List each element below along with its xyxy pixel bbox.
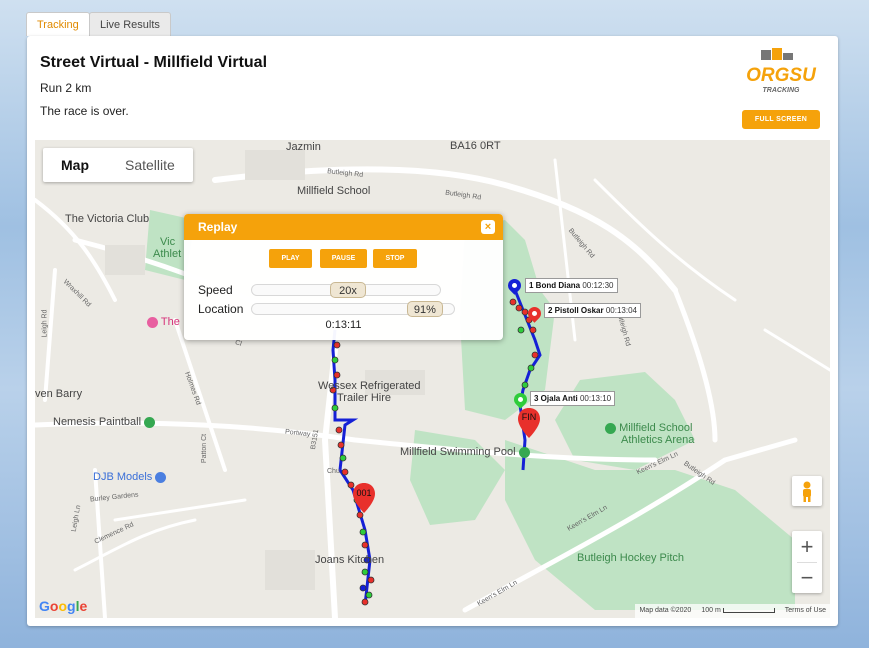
zoom-control: + −	[792, 531, 822, 593]
poi-jazmin[interactable]: Jazmin	[286, 141, 321, 153]
logo-sub-text: TRACKING	[763, 87, 800, 94]
poi-millfield-school[interactable]: Millfield School	[297, 185, 370, 197]
pegman-icon	[803, 481, 811, 502]
course-name: Run 2 km	[40, 81, 92, 95]
elapsed-time: 0:13:11	[325, 319, 362, 331]
terms-link[interactable]: Terms of Use	[785, 604, 826, 618]
stop-button[interactable]: STOP	[373, 249, 417, 268]
map-type-map-button[interactable]: Map	[43, 148, 107, 182]
road-leigh-rd: Leigh Rd	[41, 309, 49, 338]
location-label: Location	[198, 302, 244, 316]
street-view-pegman[interactable]	[792, 476, 822, 506]
pin-green-icon	[518, 446, 530, 458]
orgsu-logo: ORGSU TRACKING	[739, 48, 824, 100]
poi-the[interactable]: The	[147, 316, 180, 328]
shop-icon	[147, 316, 158, 328]
map-type-satellite-button[interactable]: Satellite	[107, 148, 193, 182]
poi-vic: Vic	[160, 236, 176, 248]
poi-hockey-pitch[interactable]: Butleigh Hockey Pitch	[577, 552, 684, 564]
race-status: The race is over.	[40, 104, 129, 118]
pin-green-icon	[144, 416, 156, 428]
map-view[interactable]: Map Satellite Jazmin BA16 0RT Millfield …	[35, 140, 830, 618]
finish-marker[interactable]: FIN	[518, 408, 540, 438]
event-title: Street Virtual - Millfield Virtual	[40, 54, 268, 71]
map-scale[interactable]: 100 m	[701, 604, 775, 618]
poi-athlet: Athlet	[153, 248, 182, 260]
start-marker[interactable]: 001	[353, 483, 375, 513]
start-marker-label: 001	[356, 488, 372, 498]
poi-ven-barry: ven Barry	[35, 388, 83, 400]
runner-3-label[interactable]: 3 Ojala Anti 00:13:10	[530, 391, 616, 406]
road-church: Chu	[327, 468, 340, 475]
shop-icon	[155, 471, 167, 483]
runner-1-label[interactable]: 1 Bond Diana 00:12:30	[525, 278, 618, 293]
speed-slider-handle[interactable]: 20x	[330, 282, 366, 298]
replay-title: Replay	[198, 220, 238, 234]
replay-header[interactable]: Replay ×	[184, 214, 503, 240]
tab-tracking[interactable]: Tracking	[26, 12, 90, 36]
location-slider-handle[interactable]: 91%	[406, 301, 443, 317]
zoom-out-button[interactable]: −	[792, 562, 822, 593]
road-patton-ct: Patton Ct	[201, 433, 209, 464]
pause-button[interactable]: PAUSE	[320, 249, 367, 268]
tracking-panel: Street Virtual - Millfield Virtual Run 2…	[27, 36, 838, 626]
logo-brand-text: ORGSU	[746, 65, 817, 86]
map-canvas	[35, 150, 830, 618]
google-logo[interactable]: Google	[39, 598, 87, 614]
poi-wessex[interactable]: Wessex Refrigerated	[318, 380, 421, 392]
poi-athletics-arena[interactable]: Millfield School	[605, 422, 692, 434]
poi-nemesis[interactable]: Nemesis Paintball	[53, 416, 156, 428]
poi-victoria-club[interactable]: The Victoria Club	[65, 213, 149, 225]
full-screen-button[interactable]: FULL SCREEN	[742, 110, 820, 129]
pin-green-icon	[605, 422, 616, 434]
poi-joans-kitchen[interactable]: Joans Kitchen	[315, 554, 384, 566]
poi-swimming[interactable]: Millfield Swimming Pool	[400, 446, 530, 458]
map-data-credit[interactable]: Map data ©2020	[639, 604, 691, 618]
play-button[interactable]: PLAY	[269, 249, 312, 268]
replay-dialog[interactable]: Replay × PLAY PAUSE STOP Speed 20x Locat…	[184, 214, 503, 340]
poi-djb-models[interactable]: DJB Models	[93, 471, 167, 483]
zoom-in-button[interactable]: +	[792, 531, 822, 562]
close-icon[interactable]: ×	[481, 220, 495, 234]
tab-live-results[interactable]: Live Results	[89, 12, 171, 36]
finish-marker-label: FIN	[521, 412, 537, 422]
map-type-control: Map Satellite	[43, 148, 193, 182]
speed-label: Speed	[198, 283, 233, 297]
poi-trailer: Trailer Hire	[337, 392, 391, 404]
map-attribution: Map data ©2020 100 m Terms of Use	[635, 604, 830, 618]
poi-ba16[interactable]: BA16 0RT	[450, 140, 501, 152]
poi-athletics-arena-line2: Athletics Arena	[621, 434, 695, 446]
runner-2-label[interactable]: 2 Pistoll Oskar 00:13:04	[544, 303, 641, 318]
